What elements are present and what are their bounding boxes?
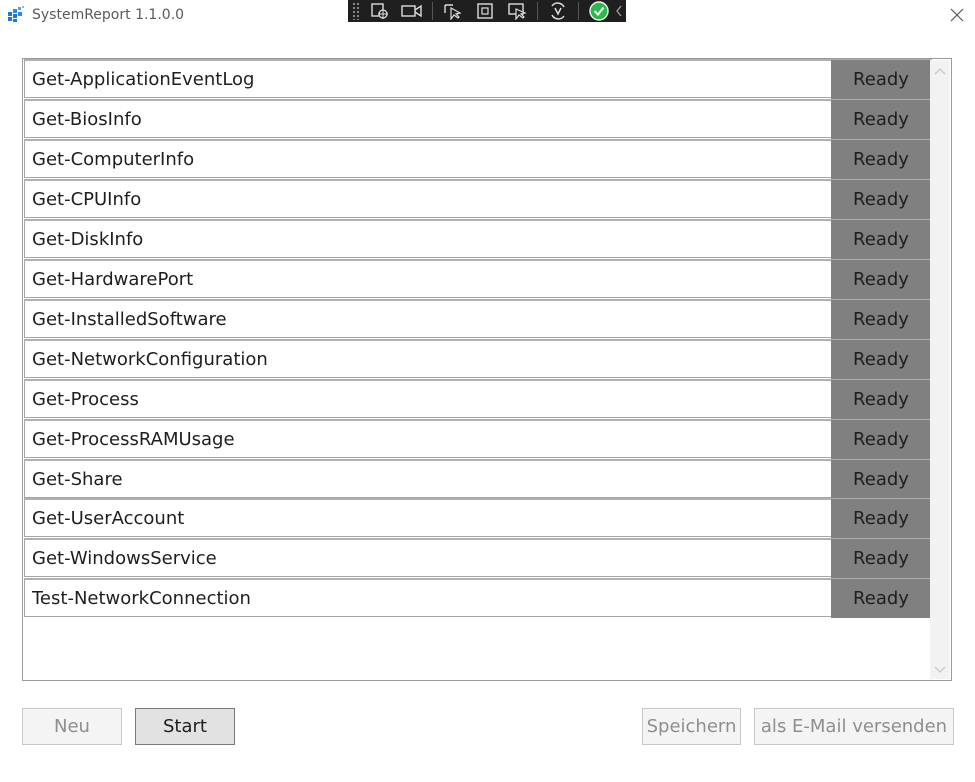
task-status-badge: Ready [831,379,931,419]
task-status-badge: Ready [831,339,931,379]
task-name: Get-DiskInfo [32,228,144,250]
record-icon[interactable] [400,0,424,22]
task-row[interactable]: Get-Share Ready [24,458,932,499]
scroll-down-icon[interactable] [930,661,950,679]
task-status-badge: Ready [831,459,931,499]
task-status-badge: Ready [831,179,931,219]
track-focus-icon[interactable] [505,0,529,22]
task-status-badge: Ready [831,139,931,179]
debug-toolbar [348,0,626,22]
task-status-badge: Ready [831,499,931,539]
window-title: SystemReport 1.1.0.0 [32,7,185,23]
task-status-badge: Ready [831,539,931,579]
send-email-button[interactable]: als E-Mail versenden [754,708,954,745]
close-button[interactable] [942,2,972,28]
app-logo-icon [7,5,25,23]
task-status-badge: Ready [831,579,931,619]
task-name: Get-ComputerInfo [32,148,195,170]
task-row[interactable]: Get-ComputerInfo Ready [24,138,932,179]
task-row[interactable]: Get-ProcessRAMUsage Ready [24,418,932,459]
select-element-icon[interactable] [368,0,392,22]
task-name: Get-ProcessRAMUsage [32,428,235,450]
task-status-badge: Ready [831,259,931,299]
task-row[interactable]: Get-WindowsService Ready [24,538,932,579]
task-row[interactable]: Get-Process Ready [24,378,932,419]
task-name: Get-NetworkConfiguration [32,348,268,370]
task-row[interactable]: Get-DiskInfo Ready [24,218,932,259]
toolbar-separator [578,2,579,20]
task-name: Test-NetworkConnection [32,588,251,610]
task-row[interactable]: Get-ApplicationEventLog Ready [24,59,932,99]
task-status-badge: Ready [831,99,931,139]
task-status-badge: Ready [831,219,931,259]
task-row[interactable]: Get-CPUInfo Ready [24,178,932,219]
close-icon [950,8,964,22]
task-name: Get-UserAccount [32,508,185,530]
start-button[interactable]: Start [135,708,235,745]
task-row[interactable]: Get-UserAccount Ready [24,498,932,539]
task-row[interactable]: Get-NetworkConfiguration Ready [24,338,932,379]
toolbar-separator [537,2,538,20]
task-name: Get-Share [32,468,123,490]
task-name: Get-BiosInfo [32,108,142,130]
task-name: Get-HardwarePort [32,268,194,290]
task-name: Get-Process [32,388,139,410]
task-name: Get-InstalledSoftware [32,308,227,330]
ok-check-icon[interactable] [587,0,611,22]
scroll-up-icon[interactable] [930,62,950,80]
task-row[interactable]: Get-InstalledSoftware Ready [24,298,932,339]
hot-reload-icon[interactable] [546,0,570,22]
pointer-icon[interactable] [441,0,465,22]
task-row[interactable]: Get-BiosInfo Ready [24,98,932,139]
collapse-chevron-icon[interactable] [613,0,625,22]
task-status-badge: Ready [831,419,931,459]
task-name: Get-WindowsService [32,548,217,570]
toolbar-separator [432,2,433,20]
task-name: Get-CPUInfo [32,188,142,210]
task-status-badge: Ready [831,299,931,339]
toolbar-grip[interactable] [352,2,360,20]
new-button[interactable]: Neu [22,708,122,745]
save-button[interactable]: Speichern [642,708,741,745]
task-list[interactable]: Get-ApplicationEventLog Ready Get-BiosInfo… [22,58,952,681]
task-row[interactable]: Get-HardwarePort Ready [24,258,932,299]
vertical-scrollbar[interactable] [930,60,950,679]
frame-icon[interactable] [473,0,497,22]
task-row[interactable]: Test-NetworkConnection Ready [24,578,932,619]
task-name: Get-ApplicationEventLog [32,69,255,90]
task-status-badge: Ready [831,60,931,99]
